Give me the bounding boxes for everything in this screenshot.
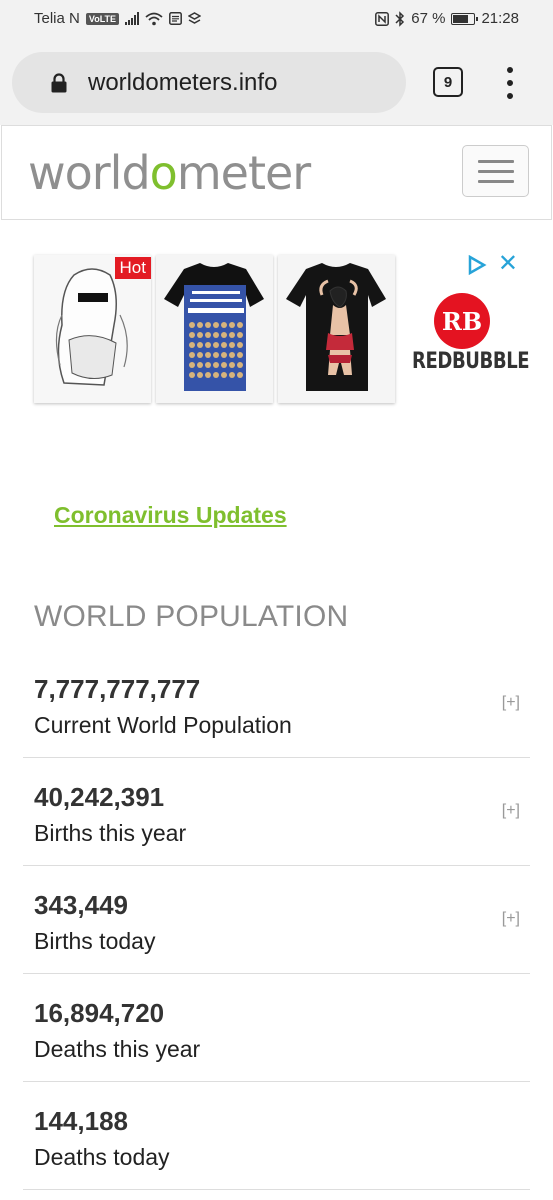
stat-value: 343,449 (34, 890, 128, 920)
stat-label: Deaths today (34, 1144, 170, 1170)
battery-percent: 67 % (411, 10, 446, 27)
coronavirus-updates-link[interactable]: Coronavirus Updates (54, 502, 287, 529)
presidents-tshirt-image (156, 255, 273, 403)
stat-value: 7,777,777,777 (34, 674, 201, 704)
tab-switcher-button[interactable]: 9 (433, 67, 463, 97)
nfc-icon (375, 11, 390, 26)
stat-value: 144,188 (34, 1106, 128, 1136)
lock-icon (51, 73, 67, 93)
stat-row-current-population: 7,777,777,777 Current World Population [… (23, 650, 530, 758)
stat-row-births-today: 343,449 Births today [+] (23, 866, 530, 974)
stat-label: Births this year (34, 820, 187, 846)
section-title: WORLD POPULATION (34, 600, 349, 633)
ad-choices-icon[interactable] (466, 255, 488, 275)
address-bar[interactable]: worldometers.info (12, 52, 406, 113)
hot-badge: Hot (114, 257, 151, 279)
worldometer-logo[interactable]: worldometer (28, 146, 311, 200)
expand-button[interactable]: [+] (502, 694, 520, 712)
status-bar: Telia N VoLTE 67 % 21:28 (0, 0, 553, 40)
volte-badge: VoLTE (85, 12, 120, 25)
wifi-icon (145, 12, 163, 25)
population-stats-list: 7,777,777,777 Current World Population [… (23, 650, 530, 1190)
stat-label: Current World Population (34, 712, 292, 738)
stat-value: 40,242,391 (34, 782, 165, 812)
url-text[interactable]: worldometers.info (88, 69, 277, 97)
stat-row-deaths-today: 144,188 Deaths today (23, 1082, 530, 1190)
more-options-icon[interactable] (500, 67, 520, 99)
stat-value: 16,894,720 (34, 998, 165, 1028)
stat-row-births-this-year: 40,242,391 Births this year [+] (23, 758, 530, 866)
battery-icon (451, 12, 479, 25)
hamburger-menu-button[interactable] (462, 145, 529, 197)
stat-label: Deaths this year (34, 1036, 201, 1062)
site-header: worldometer (1, 125, 552, 220)
stat-label: Births today (34, 928, 156, 954)
app-notification-icon (188, 12, 202, 24)
stat-row-deaths-this-year: 16,894,720 Deaths this year (23, 974, 530, 1082)
message-icon (169, 12, 182, 25)
signal-icon (125, 12, 140, 25)
status-left: Telia N VoLTE (34, 10, 202, 27)
ad-product-tshirt-anime[interactable] (278, 255, 395, 403)
ad-product-tshirt-presidents[interactable] (156, 255, 273, 403)
advertisement-banner[interactable]: Hot ✕ RB REDBUBBLE (34, 252, 530, 405)
anime-tshirt-image (278, 255, 395, 403)
expand-button[interactable]: [+] (502, 910, 520, 928)
status-right: 67 % 21:28 (375, 10, 519, 27)
bluetooth-icon (395, 10, 405, 27)
ad-close-icon[interactable]: ✕ (498, 252, 518, 276)
carrier-name: Telia N (34, 10, 80, 27)
redbubble-wordmark[interactable]: REDBUBBLE (412, 349, 530, 374)
ad-product-sticker[interactable]: Hot (34, 255, 151, 403)
expand-button[interactable]: [+] (502, 802, 520, 820)
redbubble-logo-icon[interactable]: RB (434, 293, 490, 349)
browser-toolbar: worldometers.info 9 (0, 40, 553, 125)
clock: 21:28 (481, 10, 519, 27)
